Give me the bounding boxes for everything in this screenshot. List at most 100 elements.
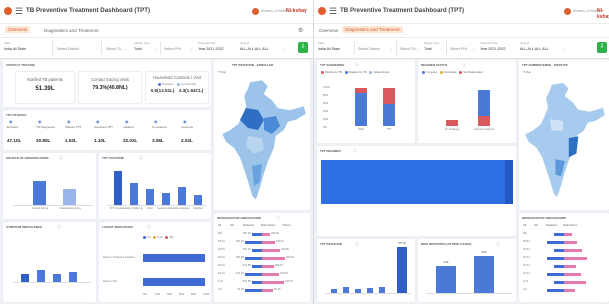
info-icon[interactable]: ⓘ bbox=[496, 241, 500, 247]
menu-icon[interactable]: ☰ bbox=[15, 6, 23, 16]
male-bar bbox=[252, 265, 262, 268]
filter-facility[interactable]: Total bbox=[134, 47, 142, 51]
filter-phi[interactable]: Select PHI bbox=[164, 47, 181, 51]
x-tick-label: Switched bbox=[193, 207, 203, 210]
filter-fy[interactable]: Year 2021-2022 bbox=[198, 47, 223, 51]
male-value: 412.7K bbox=[235, 272, 244, 275]
filter-quarter-label: Quarter bbox=[240, 41, 250, 45]
data-label: 2.3K bbox=[443, 261, 449, 264]
tab-diagnostics[interactable]: Diagnostics and Treatment bbox=[342, 26, 403, 33]
filter-quarter[interactable]: ALL,ALL,ALL,ALL bbox=[520, 47, 549, 51]
download-button[interactable]: ⇩ bbox=[597, 42, 607, 53]
bar bbox=[436, 266, 456, 293]
axis-line bbox=[107, 205, 207, 206]
demo-tab-hh[interactable]: HH bbox=[230, 223, 234, 227]
filter-tu[interactable]: Select TU bbox=[106, 47, 122, 51]
download-button[interactable]: ⇩ bbox=[298, 42, 308, 53]
app-logo bbox=[4, 7, 12, 15]
female-value: 310.5K bbox=[280, 272, 289, 275]
menu-icon[interactable]: ☰ bbox=[329, 6, 337, 16]
divider bbox=[160, 41, 161, 55]
age-label: 5-14 bbox=[523, 280, 529, 283]
female-value: 60.1K bbox=[274, 288, 281, 291]
info-icon[interactable]: ⓘ bbox=[147, 224, 151, 230]
map-toggle[interactable]: ☰ Map bbox=[523, 71, 531, 74]
filter-district[interactable]: Select District bbox=[358, 47, 380, 51]
tab-overview[interactable]: Overview bbox=[5, 26, 31, 33]
age-label: 35-44 bbox=[218, 256, 225, 259]
info-icon[interactable]: ⓘ bbox=[139, 155, 143, 161]
section-title: Demographic Breakdown bbox=[217, 216, 261, 220]
app-logo bbox=[318, 7, 326, 15]
filter-state-value[interactable]: India All State bbox=[318, 47, 340, 51]
demo-tab-diabetics[interactable]: Diabetics bbox=[243, 223, 255, 227]
tab-overview[interactable]: Overview bbox=[319, 28, 338, 33]
chevron-down-icon: ⌄ bbox=[124, 47, 127, 51]
y-tick-label: 100% bbox=[323, 86, 330, 89]
chevron-down-icon: ⌄ bbox=[416, 47, 419, 51]
info-icon[interactable]: ⓘ bbox=[57, 224, 61, 230]
y-tick-label: 0% bbox=[323, 126, 327, 129]
male-value: 312.8K bbox=[242, 264, 251, 267]
legend-label: Households bbox=[181, 82, 197, 86]
section-title: TPT Regimen bbox=[320, 149, 341, 153]
female-bar bbox=[564, 257, 587, 260]
demo-tab-all[interactable]: All bbox=[218, 223, 221, 227]
legend: 0-4 5-14 15+ bbox=[143, 236, 174, 239]
demo-tab-others[interactable]: Others bbox=[282, 223, 290, 227]
x-tick-label: IGRA bbox=[358, 128, 364, 131]
bar-on-treatment bbox=[446, 120, 458, 126]
female-value: 260.4K bbox=[271, 232, 280, 235]
bar bbox=[21, 274, 29, 282]
settings-icon[interactable]: ⚙ bbox=[298, 27, 303, 34]
demographic-tabs: All HH Diabetics Malnutrition Others bbox=[218, 223, 291, 227]
demo-tab-diabetics[interactable]: Diabetics bbox=[546, 223, 558, 227]
filter-tu[interactable]: Select TU bbox=[400, 47, 416, 51]
bar-igra-negative bbox=[355, 93, 367, 126]
filter-quarter[interactable]: ALL,ALL,ALL,ALL bbox=[240, 47, 269, 51]
pathway-value: 1.10L bbox=[94, 138, 106, 143]
demo-tab-hh[interactable]: HH bbox=[534, 223, 538, 227]
filter-state-value[interactable]: India All State bbox=[4, 47, 26, 51]
info-icon[interactable]: ⓘ bbox=[462, 62, 466, 68]
demographic-card: Demographic Breakdown ⓘ All HH Diabetics… bbox=[214, 213, 310, 302]
kpi-value: 3.3(1.94CL) bbox=[178, 88, 204, 93]
filter-district[interactable]: Select District bbox=[57, 47, 79, 51]
section-title: Source of Identification bbox=[6, 156, 49, 160]
bar bbox=[474, 256, 494, 293]
demo-tab-all[interactable]: All bbox=[523, 223, 526, 227]
tpt-outcome-card: TPT Outcome ⓘ TPT Completed Lost to foll… bbox=[99, 153, 211, 219]
x-tick-label: 20% bbox=[155, 293, 161, 296]
latent-bar-test bbox=[143, 278, 205, 286]
pathway-icon: ◉ bbox=[154, 119, 158, 124]
ministry-logo bbox=[564, 8, 571, 15]
info-icon[interactable]: ⓘ bbox=[353, 148, 357, 154]
demo-tab-malnutrition[interactable]: Malnutrition bbox=[261, 223, 275, 227]
female-value: 370.1K bbox=[276, 240, 285, 243]
y-tick-label: 80% bbox=[323, 94, 329, 97]
pathway-label: Offered TPT bbox=[65, 125, 82, 129]
regimen-bar bbox=[321, 160, 513, 204]
map-toggle[interactable]: ☰ Map bbox=[218, 71, 226, 74]
male-bar bbox=[554, 233, 564, 236]
x-tick-label: On Treatment bbox=[444, 128, 460, 131]
filter-facility-label: Facility Type bbox=[424, 41, 440, 45]
filter-facility[interactable]: Total bbox=[424, 47, 432, 51]
x-tick-label: Contact tracing bbox=[31, 207, 49, 210]
divider bbox=[52, 41, 53, 55]
info-icon[interactable]: ⓘ bbox=[355, 62, 359, 68]
tab-bar: Overview Diagnostics and Treatment ⚙ bbox=[0, 23, 313, 38]
info-icon[interactable]: ⓘ bbox=[59, 155, 63, 161]
tab-diagnostics[interactable]: Diagnostics and Treatment bbox=[44, 28, 99, 33]
chevron-down-icon: ⌄ bbox=[440, 47, 443, 51]
info-icon[interactable]: ⓘ bbox=[276, 215, 280, 221]
bar bbox=[397, 247, 407, 293]
filter-fy[interactable]: Year 2021-2022 bbox=[480, 47, 505, 51]
female-bar bbox=[262, 289, 273, 292]
info-icon[interactable]: ⓘ bbox=[355, 241, 359, 247]
age-label: 5-14 bbox=[218, 280, 224, 283]
pathway-label: Initiated bbox=[123, 125, 134, 129]
demo-tab-malnutrition[interactable]: Malnutrition bbox=[563, 223, 577, 227]
filter-phi[interactable]: Select PHI bbox=[450, 47, 467, 51]
kpi-notified: Notified TB patients 51.39L bbox=[15, 71, 75, 104]
